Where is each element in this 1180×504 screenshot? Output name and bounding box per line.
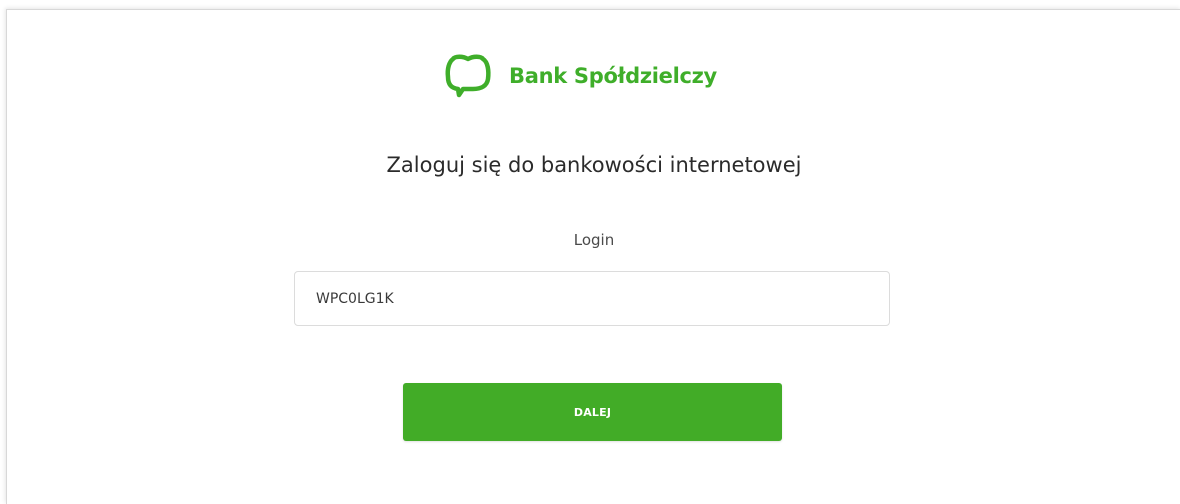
- bank-name: Bank Spółdzielczy: [509, 64, 717, 88]
- login-input[interactable]: [294, 271, 890, 326]
- bank-logo: Bank Spółdzielczy: [443, 50, 717, 102]
- next-button[interactable]: DALEJ: [403, 383, 782, 441]
- page-title: Zaloguj się do bankowości internetowej: [386, 153, 802, 177]
- speech-bubble-leaf-icon: [443, 53, 493, 99]
- login-card: Bank Spółdzielczy Zaloguj się do bankowo…: [6, 9, 1180, 504]
- login-label: Login: [573, 231, 615, 249]
